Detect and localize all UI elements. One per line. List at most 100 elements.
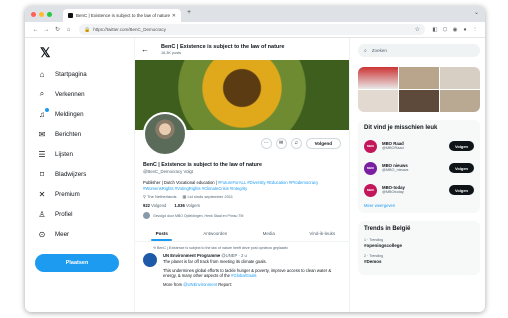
nav-label: Premium bbox=[55, 190, 80, 198]
browser-menu-icon[interactable]: ⋮ bbox=[470, 27, 480, 33]
bookmark-icon: ⌑ bbox=[39, 169, 45, 179]
suggestion-item[interactable]: MBO MBO Raad @MBORaad Volgen bbox=[364, 137, 474, 155]
notification-badge bbox=[45, 107, 49, 112]
nav-profile[interactable]: ♙ Profiel bbox=[35, 204, 125, 224]
tab-likes[interactable]: Vind-ik-leuks bbox=[296, 227, 350, 241]
media-thumbnail[interactable] bbox=[358, 90, 398, 112]
location: ⚲ The Netherlands bbox=[143, 194, 177, 199]
profile-handle: @BenC_Democracy Volgt bbox=[143, 169, 193, 174]
follow-button[interactable]: Volgen bbox=[448, 163, 474, 173]
tweet[interactable]: UN Environment Programme @UNEP · 2 u The… bbox=[135, 250, 349, 291]
trend-tag: #openingscollege bbox=[364, 243, 403, 248]
suggestion-item[interactable]: MBO MBO nieuws @MBO_nieuws Volgen bbox=[364, 159, 474, 177]
follower-avatar bbox=[143, 212, 150, 219]
tab-posts[interactable]: Posts bbox=[135, 227, 189, 241]
back-icon[interactable]: ← bbox=[30, 27, 41, 33]
post-button[interactable]: Plaatsen bbox=[35, 254, 119, 272]
nav-label: Bladwijzers bbox=[55, 170, 87, 178]
nav-messages[interactable]: ✉ Berichten bbox=[35, 124, 125, 144]
suggestion-item[interactable]: MBO MBO-today @MBOtoday Volgen bbox=[364, 181, 474, 199]
extension-icon[interactable]: ◧ bbox=[430, 27, 440, 33]
nav-lists[interactable]: ☰ Lijsten bbox=[35, 144, 125, 164]
search-icon: ⌕ bbox=[364, 47, 367, 54]
mail-icon: ✉ bbox=[38, 129, 46, 139]
list-icon: ☰ bbox=[38, 149, 46, 159]
reload-icon[interactable]: ↻ bbox=[52, 26, 63, 33]
mention-link[interactable]: @UNEnvironment bbox=[183, 282, 217, 287]
avatar[interactable] bbox=[143, 112, 187, 156]
x-logo-icon[interactable]: 𝕏 bbox=[40, 46, 125, 60]
tab-replies[interactable]: Antwoorden bbox=[189, 227, 243, 241]
trend-item[interactable]: 1 · Trending #openingscollege bbox=[364, 238, 474, 248]
media-thumbnail[interactable] bbox=[440, 90, 480, 112]
nav-label: Meldingen bbox=[55, 110, 84, 118]
nav-home[interactable]: ⌂ Startpagina bbox=[35, 64, 125, 84]
right-column: ⌕ Zoeken Dit vind je misschien leuk MBO … bbox=[358, 38, 480, 275]
browser-tab[interactable]: BenC | Existence is subject to the law o… bbox=[63, 9, 181, 22]
tweet-avatar[interactable] bbox=[143, 253, 157, 267]
media-thumbnail[interactable] bbox=[399, 67, 439, 89]
home-icon: ⌂ bbox=[39, 69, 45, 79]
profile-info: BenC | Existence is subject to the law o… bbox=[135, 156, 349, 221]
joined-date: ▦ Lid sinds september 2011 bbox=[182, 194, 233, 199]
hashtag-link[interactable]: #GlobalGoals bbox=[231, 273, 256, 278]
home-browser-icon[interactable]: ⌂ bbox=[63, 27, 74, 33]
media-thumbnail[interactable] bbox=[399, 90, 439, 112]
media-thumbnail[interactable] bbox=[358, 67, 398, 89]
nav-bookmarks[interactable]: ⌑ Bladwijzers bbox=[35, 164, 125, 184]
tab-menu-icon[interactable]: ⌄ bbox=[474, 9, 479, 16]
message-icon[interactable]: ✉ bbox=[275, 137, 287, 149]
followers-count[interactable]: 1.036 Volgers bbox=[174, 203, 200, 208]
follows-you-badge: Volgt bbox=[183, 169, 193, 174]
following-count[interactable]: 922 Volgend bbox=[143, 203, 166, 208]
extension-icon[interactable]: ⬡ bbox=[440, 27, 450, 33]
tab-media[interactable]: Media bbox=[242, 227, 296, 241]
media-grid bbox=[358, 67, 480, 112]
minimize-window-icon[interactable] bbox=[39, 11, 44, 17]
profile-browser-icon[interactable]: ● bbox=[460, 27, 470, 33]
trend-meta: 1 · Trending bbox=[364, 238, 384, 242]
address-bar[interactable]: 🔒 https://twitter.com/BenC_Democracy ☆ bbox=[79, 24, 425, 35]
x-favicon-icon bbox=[68, 13, 73, 18]
close-tab-icon[interactable]: ✕ bbox=[172, 13, 176, 19]
media-thumbnail[interactable] bbox=[440, 67, 480, 89]
back-arrow-icon[interactable]: ← bbox=[141, 45, 149, 54]
follow-button[interactable]: Volgen bbox=[448, 141, 474, 151]
nav-notifications[interactable]: ♫ Meldingen bbox=[35, 104, 125, 124]
following-button[interactable]: Volgend bbox=[305, 137, 341, 149]
nav-label: Lijsten bbox=[55, 150, 73, 158]
new-tab-icon[interactable]: + bbox=[187, 9, 191, 16]
lock-icon: 🔒 bbox=[84, 26, 91, 33]
show-more-link[interactable]: Meer weergeven bbox=[364, 203, 474, 208]
bookmark-star-icon[interactable]: ☆ bbox=[415, 26, 420, 33]
profile-tabs: Posts Antwoorden Media Vind-ik-leuks bbox=[135, 227, 349, 242]
follow-counts: 922 Volgend 1.036 Volgers bbox=[143, 203, 341, 208]
close-window-icon[interactable] bbox=[31, 11, 36, 17]
maximize-window-icon[interactable] bbox=[47, 11, 52, 17]
follow-button[interactable]: Volgen bbox=[448, 185, 474, 195]
nav-premium[interactable]: ✕ Premium bbox=[35, 184, 125, 204]
forward-icon[interactable]: → bbox=[41, 27, 52, 33]
tweet-line: More from @UNEnvironment Report: bbox=[163, 282, 232, 288]
extension-icon[interactable]: ◉ bbox=[450, 27, 460, 33]
suggestions-box: Dit vind je misschien leuk MBO MBO Raad @… bbox=[358, 120, 480, 213]
nav-more[interactable]: ⊙ Meer bbox=[35, 224, 125, 244]
tweet-line: This undermines global efforts to tackle… bbox=[163, 267, 332, 279]
nav-label: Berichten bbox=[55, 130, 82, 138]
profile-icon: ♙ bbox=[38, 209, 46, 219]
profile-meta: ⚲ The Netherlands ▦ Lid sinds september … bbox=[143, 194, 341, 199]
trend-tag: #Demos bbox=[364, 259, 382, 264]
profile-bio: Publisher | Dutch Vocational education |… bbox=[143, 180, 319, 191]
profile-header: ← BenC | Existence is subject to the law… bbox=[135, 38, 349, 60]
tweet-body: UN Environment Programme @UNEP · 2 u The… bbox=[163, 253, 341, 288]
repost-indicator: ⟲ BenC | Existence is subject to the law… bbox=[153, 246, 288, 250]
url-text: https://twitter.com/BenC_Democracy bbox=[93, 27, 167, 32]
notify-icon[interactable]: ♫ bbox=[290, 137, 302, 149]
tweet-line: The planet is far off track from meeting… bbox=[163, 258, 267, 264]
trend-item[interactable]: 2 · Trending #Demos bbox=[364, 254, 474, 264]
trend-meta: 2 · Trending bbox=[364, 254, 384, 258]
more-options-icon[interactable]: ⋯ bbox=[260, 137, 272, 149]
nav-explore[interactable]: ⌕ Verkennen bbox=[35, 84, 125, 104]
followed-by[interactable]: Gevolgd door MBO Opleidingen, Henk Staal… bbox=[143, 212, 341, 219]
search-input[interactable]: ⌕ Zoeken bbox=[358, 44, 480, 57]
